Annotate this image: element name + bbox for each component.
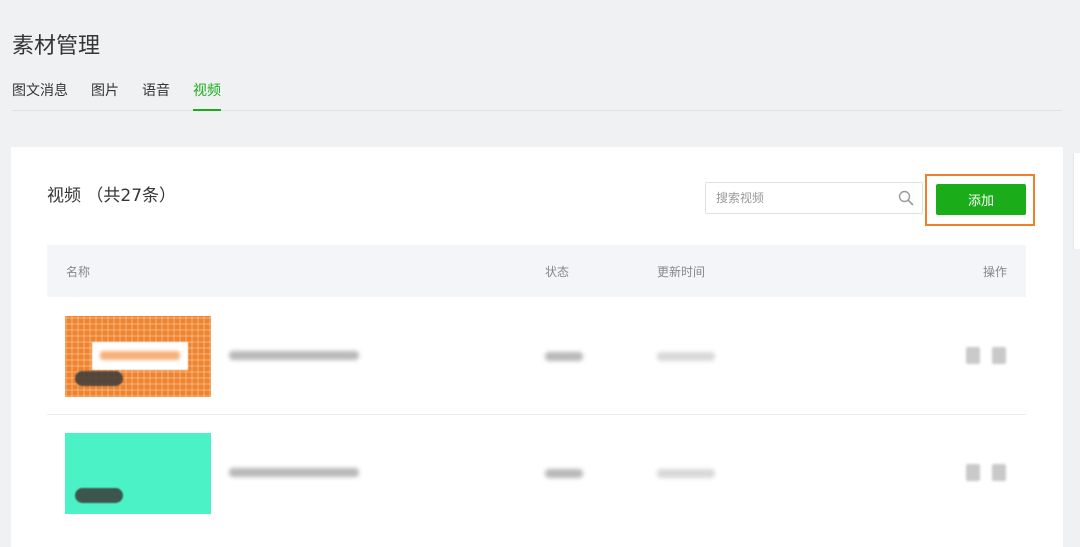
column-name: 名称 — [66, 265, 91, 279]
page-title: 素材管理 — [12, 34, 101, 59]
video-status-blurred — [545, 469, 583, 478]
column-actions: 操作 — [983, 265, 1008, 279]
tab-bar: 图文消息 图片 语音 视频 — [12, 80, 1062, 111]
tab-images[interactable]: 图片 — [91, 80, 119, 110]
section-title: 视频 （共27条） — [47, 186, 177, 206]
video-panel: 视频 （共27条） 添加 名称 状态 更新时间 操作 — [11, 147, 1063, 547]
video-thumbnail[interactable] — [65, 433, 211, 514]
play-icon — [75, 371, 123, 386]
video-title-blurred[interactable] — [229, 351, 359, 360]
search-input[interactable] — [706, 183, 896, 213]
tab-video[interactable]: 视频 — [193, 80, 221, 111]
video-updated-blurred — [657, 352, 715, 361]
search-icon[interactable] — [898, 190, 914, 206]
column-status: 状态 — [545, 265, 570, 279]
tab-news[interactable]: 图文消息 — [12, 80, 68, 110]
add-button[interactable]: 添加 — [936, 184, 1026, 215]
video-thumbnail[interactable] — [65, 316, 211, 397]
tab-voice[interactable]: 语音 — [142, 80, 170, 110]
side-panel-edge — [1073, 153, 1080, 249]
delete-icon[interactable] — [992, 464, 1006, 481]
column-updated: 更新时间 — [657, 265, 706, 279]
video-title-blurred[interactable] — [229, 468, 359, 477]
copy-icon[interactable] — [966, 464, 980, 481]
search-box — [705, 182, 923, 214]
table-header: 名称 状态 更新时间 操作 — [47, 245, 1026, 297]
thumbnail-caption — [92, 342, 188, 370]
copy-icon[interactable] — [966, 347, 980, 364]
video-status-blurred — [545, 352, 583, 361]
video-updated-blurred — [657, 469, 715, 478]
delete-icon[interactable] — [992, 347, 1006, 364]
play-icon — [75, 488, 123, 503]
table-row — [47, 298, 1026, 415]
table-row — [47, 415, 1026, 531]
